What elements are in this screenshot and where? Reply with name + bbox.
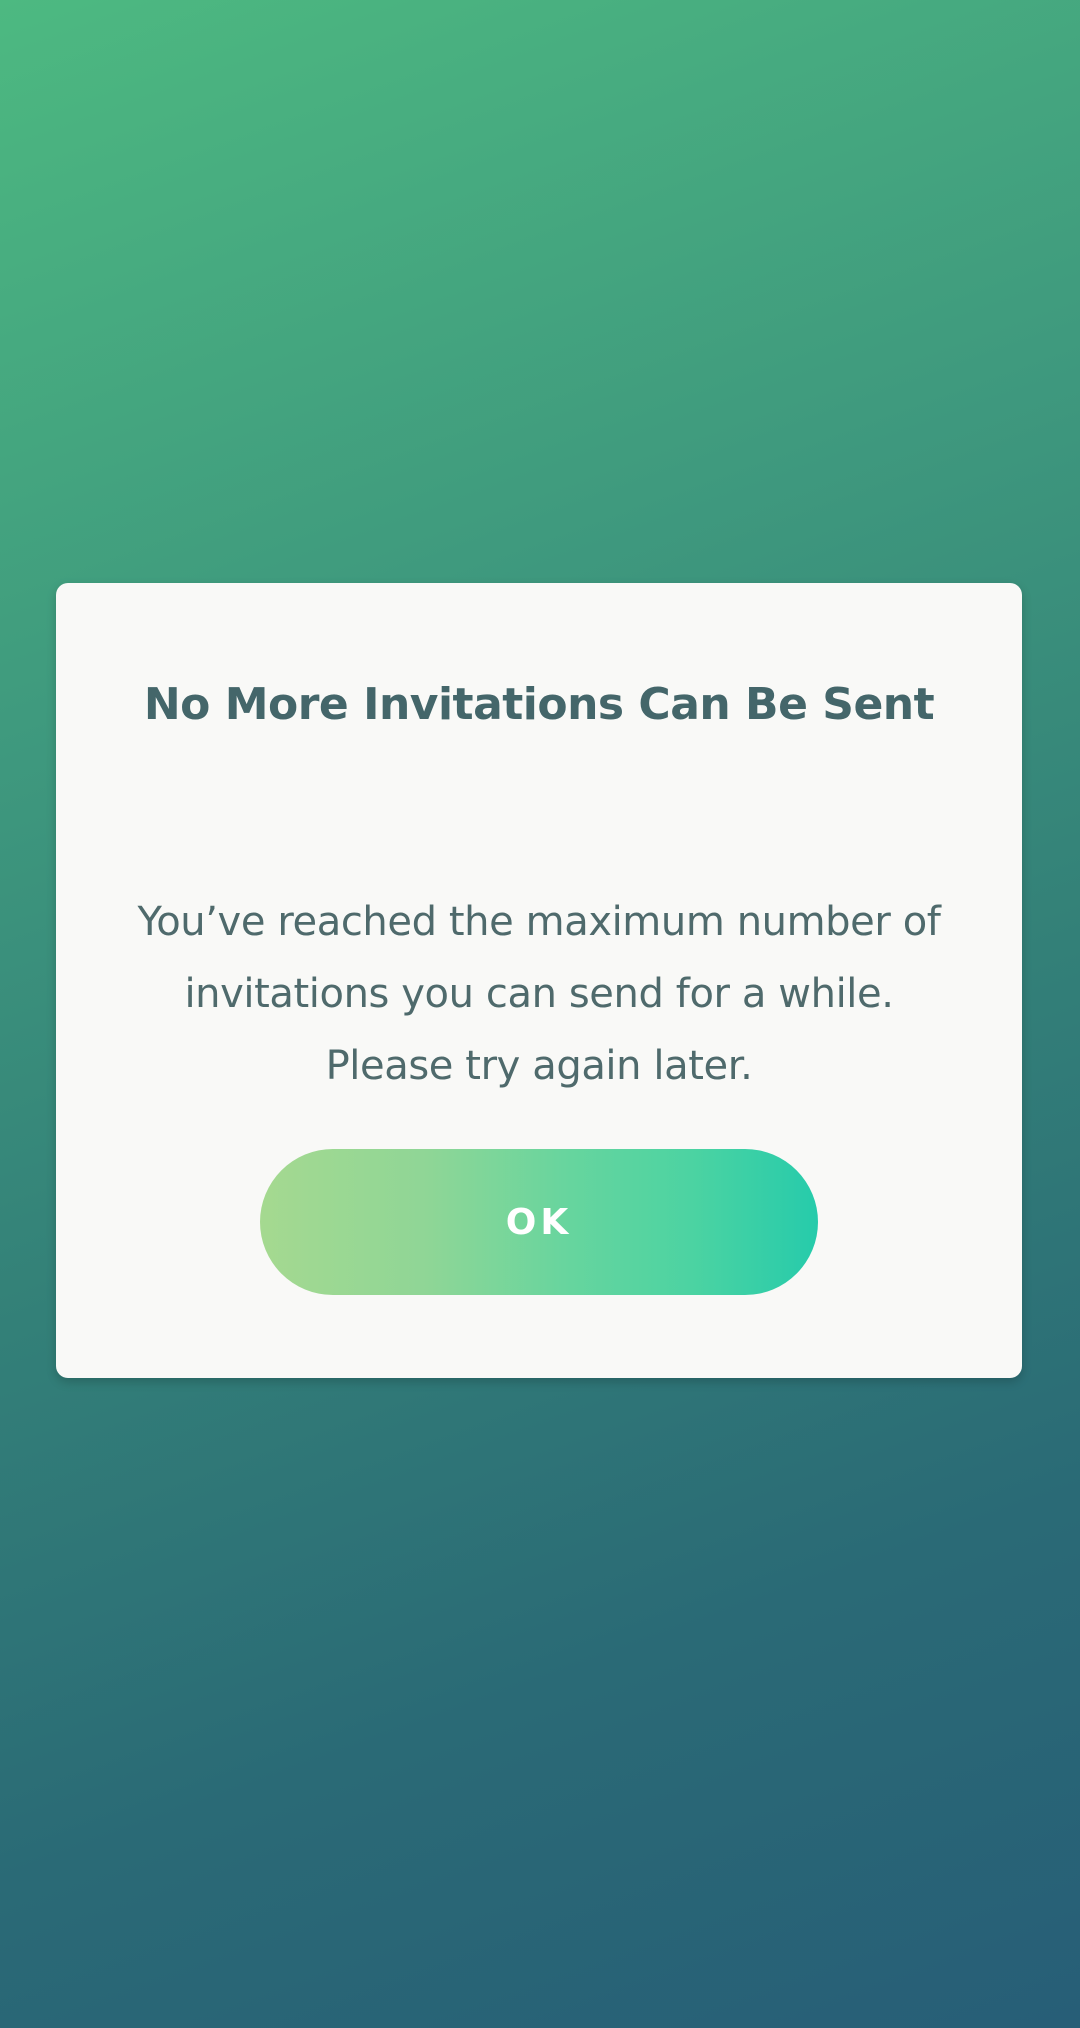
dialog-title: No More Invitations Can Be Sent [143,679,935,730]
no-more-invitations-dialog: No More Invitations Can Be Sent You’ve r… [56,583,1022,1378]
ok-button[interactable]: OK [260,1149,818,1295]
dialog-message: You’ve reached the maximum number of inv… [137,899,941,1089]
